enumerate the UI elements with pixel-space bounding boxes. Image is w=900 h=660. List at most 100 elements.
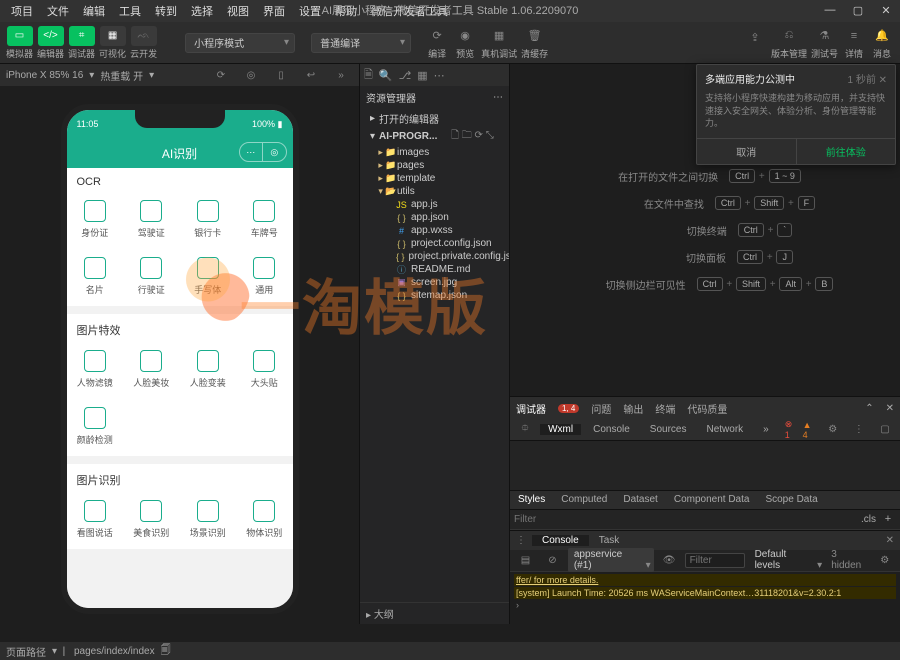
window-maximize[interactable]: ▢ — [844, 0, 872, 20]
file-tree-item[interactable]: ▸ 📁template — [360, 172, 509, 185]
log-levels-select[interactable]: Default levels — [749, 548, 826, 572]
details-button[interactable]: ≡ — [842, 26, 866, 46]
device-select[interactable]: iPhone X 85% 16 — [6, 70, 83, 81]
sim-rotate-icon[interactable]: ▯ — [269, 65, 293, 85]
error-count[interactable]: ⊗ 1 — [785, 419, 799, 440]
cls-toggle[interactable]: .cls — [861, 514, 876, 525]
insp-tab-sources[interactable]: Sources — [642, 424, 695, 435]
feature-item[interactable]: 通用 — [236, 249, 293, 306]
explorer-tab-files-icon[interactable]: 🗎 — [364, 66, 373, 85]
open-editors-section[interactable]: ▸ 打开的编辑器 — [360, 110, 509, 127]
dt-close-icon[interactable]: ✕ — [886, 403, 894, 414]
feature-item[interactable]: 银行卡 — [180, 192, 237, 249]
remote-debug-button[interactable]: ▦ — [487, 26, 511, 46]
toggle-simulator[interactable]: ▭ — [7, 26, 33, 46]
menu-goto[interactable]: 转到 — [148, 3, 184, 19]
feature-item[interactable]: 驾驶证 — [123, 192, 180, 249]
explorer-tab-search-icon[interactable]: 🔍 — [379, 69, 393, 82]
route-copy-icon[interactable]: 🗐 — [161, 643, 171, 660]
file-tree-item[interactable]: { }project.private.config.js... — [360, 250, 509, 263]
insp-tab-console[interactable]: Console — [585, 424, 638, 435]
dt-tab-terminal[interactable]: 终端 — [655, 401, 675, 416]
styles-tab[interactable]: Styles — [510, 494, 553, 505]
menu-view[interactable]: 视图 — [220, 3, 256, 19]
toggle-debugger[interactable]: ⌗ — [69, 26, 95, 46]
new-style-rule[interactable]: + — [880, 513, 896, 525]
dt-dock-icon[interactable]: ▢ — [874, 420, 896, 440]
insp-tab-network[interactable]: Network — [698, 424, 751, 435]
file-tree-item[interactable]: { }sitemap.json — [360, 289, 509, 302]
hot-reload-toggle[interactable]: 热重载 开 — [100, 68, 143, 83]
feature-item[interactable]: 颜龄检测 — [67, 399, 124, 456]
file-tree-item[interactable]: { }app.json — [360, 211, 509, 224]
explorer-tab-branch-icon[interactable]: ⎇ — [399, 69, 412, 82]
dt-collapse-icon[interactable]: ⌃ — [865, 403, 873, 414]
toggle-visual[interactable]: ▦ — [100, 26, 126, 46]
file-tree-item[interactable]: ▸ 📁pages — [360, 159, 509, 172]
scopedata-tab[interactable]: Scope Data — [757, 494, 825, 505]
preview-button[interactable]: ◉ — [453, 26, 477, 46]
file-tree-item[interactable]: ⓘREADME.md — [360, 263, 509, 276]
feature-item[interactable]: 物体识别 — [236, 492, 293, 549]
capsule-menu[interactable]: ⋯ — [240, 143, 264, 161]
dt-menu-icon[interactable]: ⋮ — [848, 420, 870, 440]
mode-select[interactable]: 小程序模式 — [185, 33, 295, 53]
dt-settings-icon[interactable]: ⚙ — [822, 420, 844, 440]
feature-item[interactable]: 名片 — [67, 249, 124, 306]
drawer-close-icon[interactable]: ✕ — [880, 535, 900, 546]
insp-tab-wxml[interactable]: Wxml — [540, 424, 581, 435]
feature-item[interactable]: 人脸美妆 — [123, 342, 180, 399]
window-close[interactable]: ✕ — [872, 0, 900, 20]
sim-home-icon[interactable]: ◎ — [239, 65, 263, 85]
toggle-cloud[interactable]: ᨒ — [131, 26, 157, 46]
toggle-editor[interactable]: </> — [38, 26, 64, 46]
sim-more-icon[interactable]: » — [329, 65, 353, 85]
test-account-button[interactable]: ⚗ — [812, 26, 836, 46]
console-clear-icon[interactable]: ⊘ — [541, 550, 564, 570]
menu-tools[interactable]: 工具 — [112, 3, 148, 19]
compile-button[interactable]: ⟳ — [425, 26, 449, 46]
feature-item[interactable]: 车牌号 — [236, 192, 293, 249]
window-minimize[interactable]: — — [816, 0, 844, 20]
upload-button[interactable]: ⇪ — [743, 27, 767, 47]
feature-item[interactable]: 行驶证 — [123, 249, 180, 306]
feature-item[interactable]: 大头贴 — [236, 342, 293, 399]
menu-project[interactable]: 项目 — [4, 3, 40, 19]
menu-edit[interactable]: 编辑 — [76, 3, 112, 19]
inspect-icon[interactable]: ⯐ — [514, 420, 536, 440]
clear-cache-button[interactable]: 🗑 — [523, 26, 547, 46]
dt-tab-debugger[interactable]: 调试器 — [516, 401, 546, 416]
project-root[interactable]: ▾ AI-PROGR... 🗋 🗀 ⟳ ⤡ — [360, 127, 509, 146]
popup-ok-button[interactable]: 前往体验 — [797, 139, 896, 164]
version-button[interactable]: ⎌ — [777, 26, 801, 46]
capsule-close[interactable]: ◎ — [263, 143, 286, 161]
feature-item[interactable]: 手写体 — [180, 249, 237, 306]
warn-count[interactable]: ▲ 4 — [803, 420, 818, 440]
console-drawer-icon[interactable]: ⋮ — [510, 535, 532, 546]
console-context-select[interactable]: appservice (#1) — [568, 548, 654, 572]
sim-refresh-icon[interactable]: ⟳ — [209, 65, 233, 85]
drawer-tab-task[interactable]: Task — [589, 535, 630, 546]
file-tree-item[interactable]: JSapp.js — [360, 198, 509, 211]
file-tree-item[interactable]: ▾ 📂utils — [360, 185, 509, 198]
file-tree-item[interactable]: ▣screen.jpg — [360, 276, 509, 289]
feature-item[interactable]: 看图说话 — [67, 492, 124, 549]
dataset-tab[interactable]: Dataset — [615, 494, 665, 505]
notifications-button[interactable]: 🔔 — [870, 26, 894, 46]
explorer-more-icon[interactable]: ⋯ — [493, 92, 503, 103]
explorer-tab-more-icon[interactable]: ⋯ — [434, 69, 445, 82]
dt-tab-problems[interactable]: 问题 — [591, 401, 611, 416]
app-body[interactable]: OCR身份证驾驶证银行卡车牌号名片行驶证手写体通用图片特效人物滤镜人脸美妆人脸变… — [67, 168, 293, 608]
file-tree-item[interactable]: ▸ 📁images — [360, 146, 509, 159]
insp-tab-more[interactable]: » — [755, 424, 777, 435]
dt-tab-quality[interactable]: 代码质量 — [687, 401, 727, 416]
sim-back-icon[interactable]: ↩ — [299, 65, 323, 85]
popup-close-icon[interactable]: ✕ — [879, 75, 887, 86]
file-tree-item[interactable]: #app.wxss — [360, 224, 509, 237]
feature-item[interactable]: 场景识别 — [180, 492, 237, 549]
styles-filter-input[interactable] — [514, 514, 861, 525]
menu-ui[interactable]: 界面 — [256, 3, 292, 19]
hidden-count[interactable]: 3 hidden — [831, 549, 867, 571]
feature-item[interactable]: 人物滤镜 — [67, 342, 124, 399]
outline-section[interactable]: ▸ 大纲 — [360, 602, 509, 624]
